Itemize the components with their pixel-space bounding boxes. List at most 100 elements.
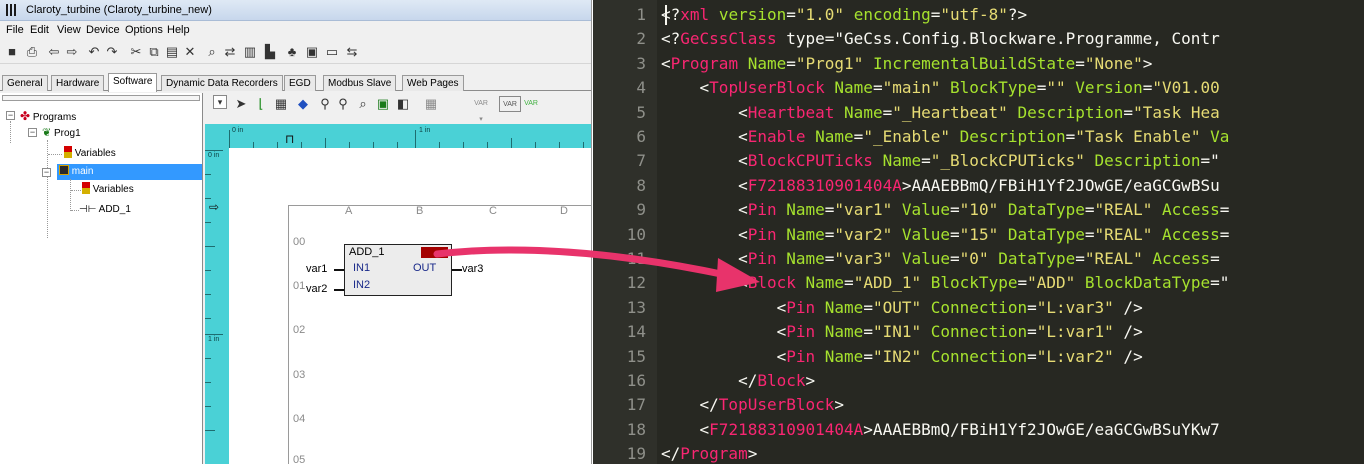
code-token: = xyxy=(824,200,835,220)
paste-icon[interactable]: ▤ xyxy=(164,44,180,60)
monitor-icon[interactable]: ▣ xyxy=(375,96,391,112)
select-pointer-icon[interactable]: ➤ xyxy=(233,96,249,112)
download-icon[interactable]: ▣ xyxy=(304,44,320,60)
tab-software[interactable]: Software xyxy=(108,73,158,92)
print-icon[interactable]: ⎙ xyxy=(24,44,40,60)
add-function-block[interactable]: ADD_1 IN1 IN2 OUT xyxy=(344,244,452,296)
properties-icon[interactable]: ◧ xyxy=(395,96,411,112)
zoom-in-icon[interactable]: ⚲ xyxy=(317,96,333,112)
wire-tool-icon[interactable]: ⌊ xyxy=(253,96,269,112)
chart-icon[interactable]: ▙ xyxy=(262,44,278,60)
cut-icon[interactable]: ✂ xyxy=(128,44,144,60)
save-icon[interactable]: ■ xyxy=(4,44,20,60)
code-token: < xyxy=(661,200,748,220)
grid-icon[interactable]: ▦ xyxy=(423,96,439,112)
tree-item-prog1[interactable]: ❦ Prog1 xyxy=(42,125,81,141)
code-token: Description xyxy=(1094,151,1201,171)
tree-scrollbar[interactable] xyxy=(2,95,200,101)
tree-connector xyxy=(71,210,79,211)
menu-device[interactable]: Device xyxy=(86,21,120,40)
redo-icon[interactable]: ↷ xyxy=(104,44,120,60)
code-token: >AAAEBBmQ/FBiH1Yf2JOwGE/eaGCGwBSuYKw7 xyxy=(863,419,1220,439)
line-number: 5 xyxy=(636,102,646,122)
text-cursor xyxy=(665,5,667,25)
code-token: Name xyxy=(786,249,825,268)
variable-label-in2[interactable]: var2 xyxy=(306,283,327,295)
connect-icon[interactable]: ⇆ xyxy=(344,44,360,60)
ruler-label: 0 in xyxy=(208,152,220,159)
code-token: "Task Enable" xyxy=(1075,127,1201,146)
tab-egd[interactable]: EGD xyxy=(284,75,316,91)
code-token: < xyxy=(661,322,787,342)
menu-help[interactable]: Help xyxy=(167,21,190,40)
tab-modbus-slave[interactable]: Modbus Slave xyxy=(323,75,397,91)
menu-edit[interactable]: Edit xyxy=(30,21,49,40)
code-token: "var1" xyxy=(834,200,893,220)
line-number: 1 xyxy=(636,5,646,24)
block-name: ADD_1 xyxy=(349,246,385,258)
code-token: "Task Hea xyxy=(1133,102,1220,122)
build-icon[interactable]: ▥ xyxy=(242,44,258,60)
monitor-icon[interactable]: ▭ xyxy=(324,44,340,60)
var-button[interactable]: VAR xyxy=(499,96,521,112)
copy-icon[interactable]: ⧉ xyxy=(146,44,162,60)
code-token: "utf-8" xyxy=(940,5,1008,24)
tab-web-pages[interactable]: Web Pages xyxy=(402,75,464,91)
ruler-marker-icon[interactable]: ⊓ xyxy=(285,132,294,146)
tree-item-main[interactable]: main xyxy=(57,164,202,180)
expand-icon[interactable]: ▾ xyxy=(213,95,227,109)
tree-item-add1[interactable]: ⊣⊢ ADD_1 xyxy=(79,202,131,218)
replace-icon[interactable]: ⇄ xyxy=(222,44,238,60)
code-token: F72188310901404A xyxy=(709,419,864,439)
xml-code-editor[interactable]: 1 2 3 4 5 6 7 8 9 10 11 12 13 14 15 16 17 18 19 <?xml vers… xyxy=(593,0,1364,464)
menu-view[interactable]: View xyxy=(57,21,81,40)
collapse-main-icon[interactable]: − xyxy=(42,168,51,177)
variable-label-out[interactable]: var3 xyxy=(462,263,483,275)
line-number: 17 xyxy=(626,395,646,415)
code-token: = xyxy=(863,322,873,342)
var-toggle[interactable]: VAR xyxy=(523,96,539,112)
tree-item-variables-prog1[interactable]: Variables xyxy=(64,146,116,162)
tab-dynamic-data-recorders[interactable]: Dynamic Data Recorders xyxy=(161,75,283,91)
code-line: <Heartbeat Name="_Heartbeat" Description… xyxy=(661,103,1220,122)
collapse-prog1-icon[interactable]: − xyxy=(28,128,37,137)
code-token: = xyxy=(786,5,796,24)
ruler-marker-icon[interactable]: ⇨ xyxy=(209,200,219,214)
pin-in2[interactable]: IN2 xyxy=(353,279,370,291)
variable-label-in1[interactable]: var1 xyxy=(306,263,327,275)
collapse-programs-icon[interactable]: − xyxy=(6,111,15,120)
zoom-fit-icon[interactable]: ⌕ xyxy=(355,96,371,112)
app-icon xyxy=(6,4,18,16)
code-token: = xyxy=(1210,249,1220,268)
pin-out[interactable]: OUT xyxy=(413,262,436,274)
network-icon[interactable]: ♣ xyxy=(284,44,300,60)
line-number: 13 xyxy=(626,297,646,317)
code-token: > xyxy=(805,371,816,390)
row-header: 05 xyxy=(293,454,306,464)
tree-item-variables-main[interactable]: Variables xyxy=(82,182,134,198)
menu-options[interactable]: Options xyxy=(125,21,163,40)
block-tool-icon[interactable]: ▦ xyxy=(273,96,289,112)
tab-hardware[interactable]: Hardware xyxy=(51,75,105,91)
undo-icon[interactable]: ↶ xyxy=(86,44,102,60)
line-number-gutter: 1 2 3 4 5 6 7 8 9 10 11 12 13 14 15 16 17 18 19 xyxy=(593,0,657,464)
variable-tool-icon[interactable]: ◆ xyxy=(295,96,311,112)
ruler-label: 1 in xyxy=(419,127,431,134)
find-icon[interactable]: ⌕ xyxy=(204,44,220,60)
code-token: < xyxy=(661,102,748,122)
pin-in1[interactable]: IN1 xyxy=(353,262,370,274)
delete-icon[interactable]: ✕ xyxy=(182,44,198,60)
forward-icon[interactable]: ⇨ xyxy=(64,44,80,60)
wire-in1 xyxy=(334,269,344,271)
var-dropdown[interactable]: VAR ▾ xyxy=(473,96,489,123)
back-icon[interactable]: ⇦ xyxy=(46,44,62,60)
menu-file[interactable]: File xyxy=(6,21,24,40)
code-token: "_BlockCPUTicks" xyxy=(930,151,1085,171)
tab-general[interactable]: General xyxy=(2,75,48,91)
zoom-out-icon[interactable]: ⚲ xyxy=(335,96,351,112)
tree-item-programs[interactable]: ✤ Programs xyxy=(20,108,76,124)
